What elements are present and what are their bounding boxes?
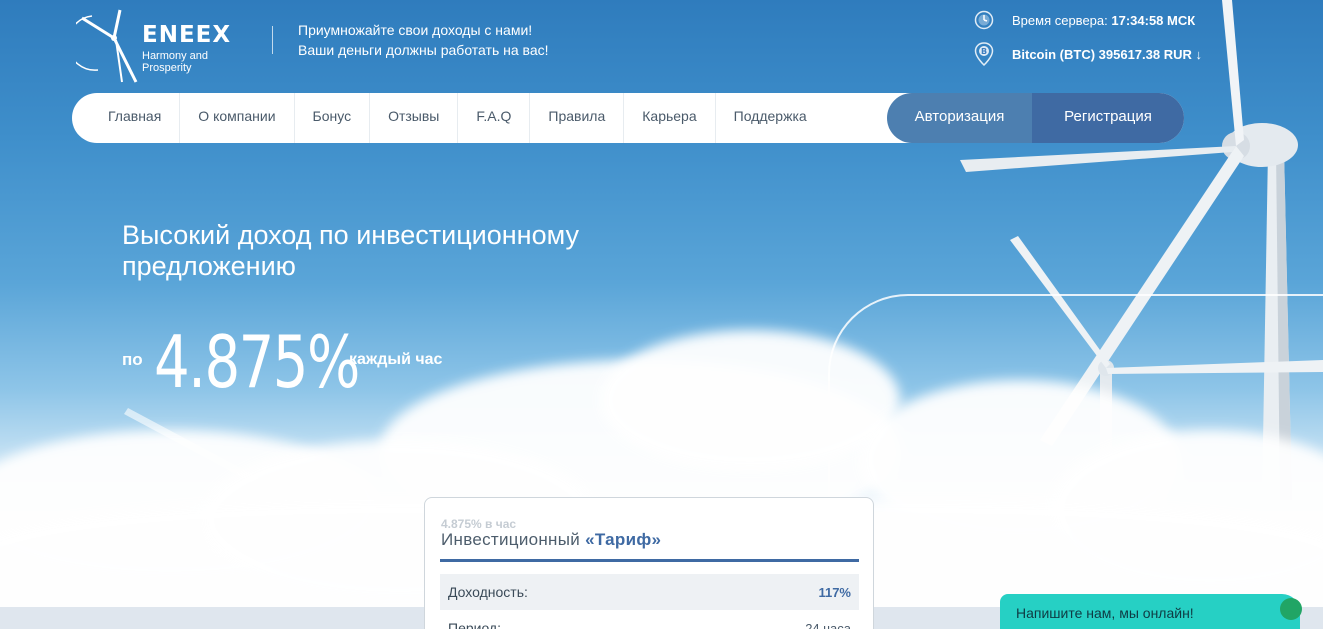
tariff-rate-caption: 4.875% в час bbox=[441, 517, 517, 531]
tariff-row-profit: Доходность: 117% bbox=[440, 574, 859, 610]
logo-tagline: Harmony and Prosperity bbox=[142, 50, 209, 74]
tariff-card: 4.875% в час Инвестиционный «Тариф» Дохо… bbox=[424, 497, 874, 629]
slogan-line-1: Приумножайте свои доходы с нами! bbox=[298, 22, 533, 38]
nav-menu: Главная О компании Бонус Отзывы F.A.Q Пр… bbox=[90, 93, 825, 143]
logo-name: ENEEX bbox=[142, 22, 232, 48]
svg-text:B: B bbox=[981, 47, 987, 56]
hero-rate-suffix: каждый час bbox=[349, 351, 443, 368]
bitcoin-rate: Bitcoin (BTC) 395617.38 RUR ↓ bbox=[1012, 46, 1202, 62]
live-chat-widget[interactable]: Напишите нам, мы онлайн! bbox=[1000, 594, 1302, 629]
map-pin-icon: B bbox=[974, 42, 994, 66]
nav-item-reviews[interactable]: Отзывы bbox=[370, 93, 459, 143]
online-status-icon bbox=[1280, 598, 1302, 620]
header-divider bbox=[272, 26, 273, 54]
slogan-line-2: Ваши деньги должны работать на вас! bbox=[298, 42, 549, 58]
tariff-row-label: Доходность: bbox=[448, 584, 528, 600]
hero-rate-value: 4.875% bbox=[154, 320, 360, 404]
tariff-title-name: «Тариф» bbox=[585, 530, 662, 549]
nav-item-about[interactable]: О компании bbox=[180, 93, 295, 143]
tariff-row-value: 117% bbox=[818, 584, 851, 600]
wind-turbine-logo-icon bbox=[67, 9, 138, 83]
nav-item-rules[interactable]: Правила bbox=[530, 93, 625, 143]
nav-item-home[interactable]: Главная bbox=[90, 93, 181, 143]
register-button[interactable]: Регистрация bbox=[1032, 93, 1184, 143]
logo[interactable]: ENEEX Harmony and Prosperity bbox=[67, 8, 256, 84]
tariff-title: Инвестиционный «Тариф» bbox=[441, 530, 661, 550]
tariff-row-period: Период: 24 часа bbox=[440, 610, 859, 629]
server-time-row: Время сервера: 17:34:58 МСК bbox=[974, 10, 1195, 30]
nav-item-faq[interactable]: F.A.Q bbox=[458, 93, 531, 143]
main-nav: Главная О компании Бонус Отзывы F.A.Q Пр… bbox=[72, 93, 1184, 143]
chat-label: Напишите нам, мы онлайн! bbox=[1016, 605, 1194, 621]
hero-rate-prefix: по bbox=[122, 350, 143, 369]
server-time-value: 17:34:58 МСК bbox=[1111, 12, 1196, 28]
tariff-title-prefix: Инвестиционный bbox=[441, 530, 581, 549]
nav-item-support[interactable]: Поддержка bbox=[716, 93, 825, 143]
nav-item-bonus[interactable]: Бонус bbox=[295, 93, 371, 143]
nav-item-career[interactable]: Карьера bbox=[624, 93, 716, 143]
tariff-divider bbox=[440, 559, 859, 562]
clock-icon bbox=[974, 10, 994, 30]
tariff-row-label: Период: bbox=[448, 620, 501, 629]
bitcoin-rate-row: B Bitcoin (BTC) 395617.38 RUR ↓ bbox=[974, 42, 1202, 66]
login-button[interactable]: Авторизация bbox=[887, 93, 1032, 143]
hero-title: Высокий доход по инвестиционному предлож… bbox=[122, 220, 579, 281]
server-time-label: Время сервера: bbox=[1012, 12, 1108, 28]
tariff-row-value: 24 часа bbox=[805, 620, 851, 629]
decorative-arc bbox=[828, 294, 1323, 534]
header-slogan: Приумножайте свои доходы с нами! Ваши де… bbox=[298, 20, 549, 60]
